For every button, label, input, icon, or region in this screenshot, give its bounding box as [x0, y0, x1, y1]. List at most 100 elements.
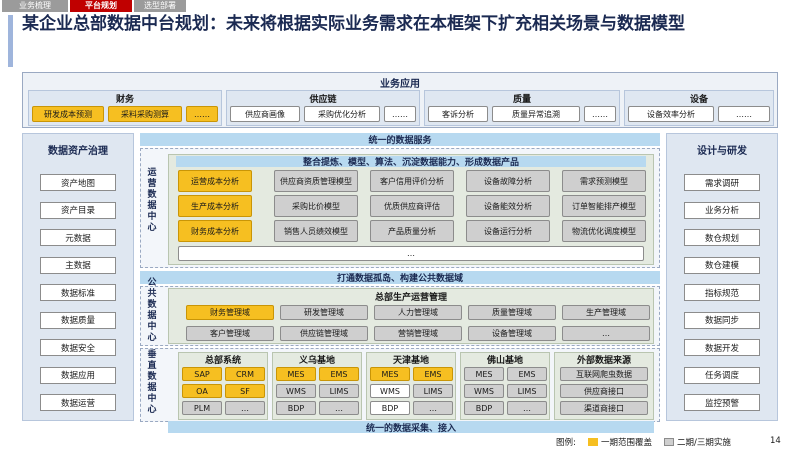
left-panel-item[interactable]: 数据安全 [40, 339, 116, 356]
source-system-box[interactable]: … [319, 401, 359, 415]
app-finance-more[interactable]: …… [186, 106, 218, 122]
source-system-box[interactable]: SAP [182, 367, 222, 381]
source-system-box[interactable]: … [507, 401, 547, 415]
source-system-box[interactable]: EMS [319, 367, 359, 381]
source-system-box[interactable]: EMS [413, 367, 453, 381]
ops-model-box[interactable]: 销售人员绩效模型 [274, 220, 358, 242]
source-system-box[interactable]: … [225, 401, 265, 415]
source-group-title: 佛山基地 [486, 356, 523, 366]
source-system-box[interactable]: LIMS [319, 384, 359, 398]
right-panel-item[interactable]: 数据同步 [684, 311, 760, 329]
source-system-box[interactable]: LIMS [413, 384, 453, 398]
source-system-box[interactable]: PLM [182, 401, 222, 415]
right-panel-item[interactable]: 业务分析 [684, 201, 760, 219]
right-panel-item[interactable]: 数仓建模 [684, 256, 760, 274]
ops-model-box[interactable]: 供应商资质管理模型 [274, 170, 358, 192]
legend-phase23-swatch [664, 438, 674, 446]
ops-model-box[interactable]: 优质供应商评估 [370, 195, 454, 217]
right-panel-item[interactable]: 监控预警 [684, 394, 760, 411]
source-system-box[interactable]: … [413, 401, 453, 415]
unified-data-service-band: 统一的数据服务 [140, 133, 660, 146]
source-system-box[interactable]: BDP [370, 401, 410, 415]
source-system-box[interactable]: SF [225, 384, 265, 398]
external-source-box[interactable]: 供应商接口 [560, 384, 648, 398]
app-rd-cost-forecast[interactable]: 研发成本预测 [32, 106, 104, 122]
app-equipment-efficiency[interactable]: 设备效率分析 [628, 106, 714, 122]
source-system-box[interactable]: WMS [370, 384, 410, 398]
left-panel-item[interactable]: 资产地图 [40, 174, 116, 191]
app-procurement-optimization[interactable]: 采购优化分析 [304, 106, 380, 122]
left-panel-item[interactable]: 元数据 [40, 229, 116, 246]
source-system-box[interactable]: MES [276, 367, 316, 381]
page-number: 14 [770, 436, 781, 446]
left-panel-item[interactable]: 数据应用 [40, 366, 116, 384]
ops-model-box[interactable]: 采购比价模型 [274, 195, 358, 217]
right-panel-item[interactable]: 任务调度 [684, 366, 760, 384]
public-domain-box[interactable]: 设备管理域 [468, 326, 556, 341]
legend-phase1-text: 一期范围覆盖 [601, 438, 653, 448]
public-domain-box[interactable]: 质量管理域 [468, 305, 556, 320]
public-domain-box[interactable]: 财务管理域 [186, 305, 274, 320]
business-apps-header: 业务应用 [380, 79, 420, 90]
source-system-box[interactable]: WMS [464, 384, 504, 398]
right-panel-item[interactable]: 数仓规划 [684, 229, 760, 246]
source-system-box[interactable]: BDP [464, 401, 504, 415]
public-domain-box[interactable]: 客户管理域 [186, 326, 274, 341]
ops-model-box[interactable]: 订单智能排产模型 [562, 195, 646, 217]
ops-model-box[interactable]: 运营成本分析 [178, 170, 252, 192]
ops-model-box[interactable]: 设备能效分析 [466, 195, 550, 217]
source-system-box[interactable]: MES [370, 367, 410, 381]
source-system-box[interactable]: CRM [225, 367, 265, 381]
app-group-supply-chain-title: 供应链 [309, 95, 337, 105]
left-panel-item[interactable]: 资产目录 [40, 201, 116, 219]
left-panel-item[interactable]: 数据质量 [40, 311, 116, 329]
public-domain-box[interactable]: 人力管理域 [374, 305, 462, 320]
left-panel-item[interactable]: 主数据 [40, 256, 116, 274]
ops-model-box[interactable]: 设备运行分析 [466, 220, 550, 242]
external-source-box[interactable]: 互联网爬虫数据 [560, 367, 648, 381]
app-equipment-more[interactable]: …… [718, 106, 770, 122]
app-quality-trace[interactable]: 质量异常追溯 [492, 106, 580, 122]
ops-model-box[interactable]: 物流优化调度模型 [562, 220, 646, 242]
public-domain-box[interactable]: 供应链管理域 [280, 326, 368, 341]
design-dev-title: 设计与研发 [697, 146, 747, 157]
ops-model-box[interactable]: 产品质量分析 [370, 220, 454, 242]
public-domain-box[interactable]: … [562, 326, 650, 341]
ops-model-box[interactable]: 需求预测模型 [562, 170, 646, 192]
app-procurement-calc[interactable]: 采料采购测算 [108, 106, 182, 122]
ops-model-box[interactable]: 客户信用评价分析 [370, 170, 454, 192]
ops-model-box[interactable]: 设备故障分析 [466, 170, 550, 192]
right-panel-item[interactable]: 需求调研 [684, 174, 760, 191]
left-panel-item[interactable]: 数据运营 [40, 394, 116, 411]
ops-model-box[interactable]: 生产成本分析 [178, 195, 252, 217]
source-system-box[interactable]: OA [182, 384, 222, 398]
external-source-box[interactable]: 渠道商接口 [560, 401, 648, 415]
tab-business-review[interactable]: 业务梳理 [2, 0, 68, 12]
app-supply-chain-more[interactable]: …… [384, 106, 416, 122]
public-domain-box[interactable]: 营销管理域 [374, 326, 462, 341]
tab-selection-deployment[interactable]: 选型部署 [134, 0, 186, 12]
right-panel-item[interactable]: 数据开发 [684, 339, 760, 356]
app-quality-more[interactable]: …… [584, 106, 616, 122]
app-supplier-profile[interactable]: 供应商画像 [230, 106, 300, 122]
right-panel-item[interactable]: 指标规范 [684, 284, 760, 301]
ops-model-box[interactable]: 财务成本分析 [178, 220, 252, 242]
source-system-box[interactable]: MES [464, 367, 504, 381]
source-system-box[interactable]: BDP [276, 401, 316, 415]
ops-more[interactable]: … [178, 246, 644, 261]
title-accent-bar [8, 15, 13, 67]
source-group-title: 总部系统 [204, 356, 241, 366]
legend-label: 图例: [556, 438, 576, 448]
tab-platform-planning[interactable]: 平台规划 [70, 0, 132, 12]
ops-subtitle-band: 整合提炼、模型、算法、沉淀数据能力、形成数据产品 [176, 156, 646, 168]
app-complaint-analysis[interactable]: 客诉分析 [428, 106, 488, 122]
app-group-quality-title: 质量 [512, 95, 531, 105]
left-panel-item[interactable]: 数据标准 [40, 284, 116, 301]
source-system-box[interactable]: WMS [276, 384, 316, 398]
source-system-box[interactable]: LIMS [507, 384, 547, 398]
legend-phase23-text: 二期/三期实施 [677, 438, 731, 448]
unified-data-collection-band: 统一的数据采集、接入 [168, 421, 654, 434]
public-domain-box[interactable]: 研发管理域 [280, 305, 368, 320]
public-domain-box[interactable]: 生产管理域 [562, 305, 650, 320]
source-system-box[interactable]: EMS [507, 367, 547, 381]
